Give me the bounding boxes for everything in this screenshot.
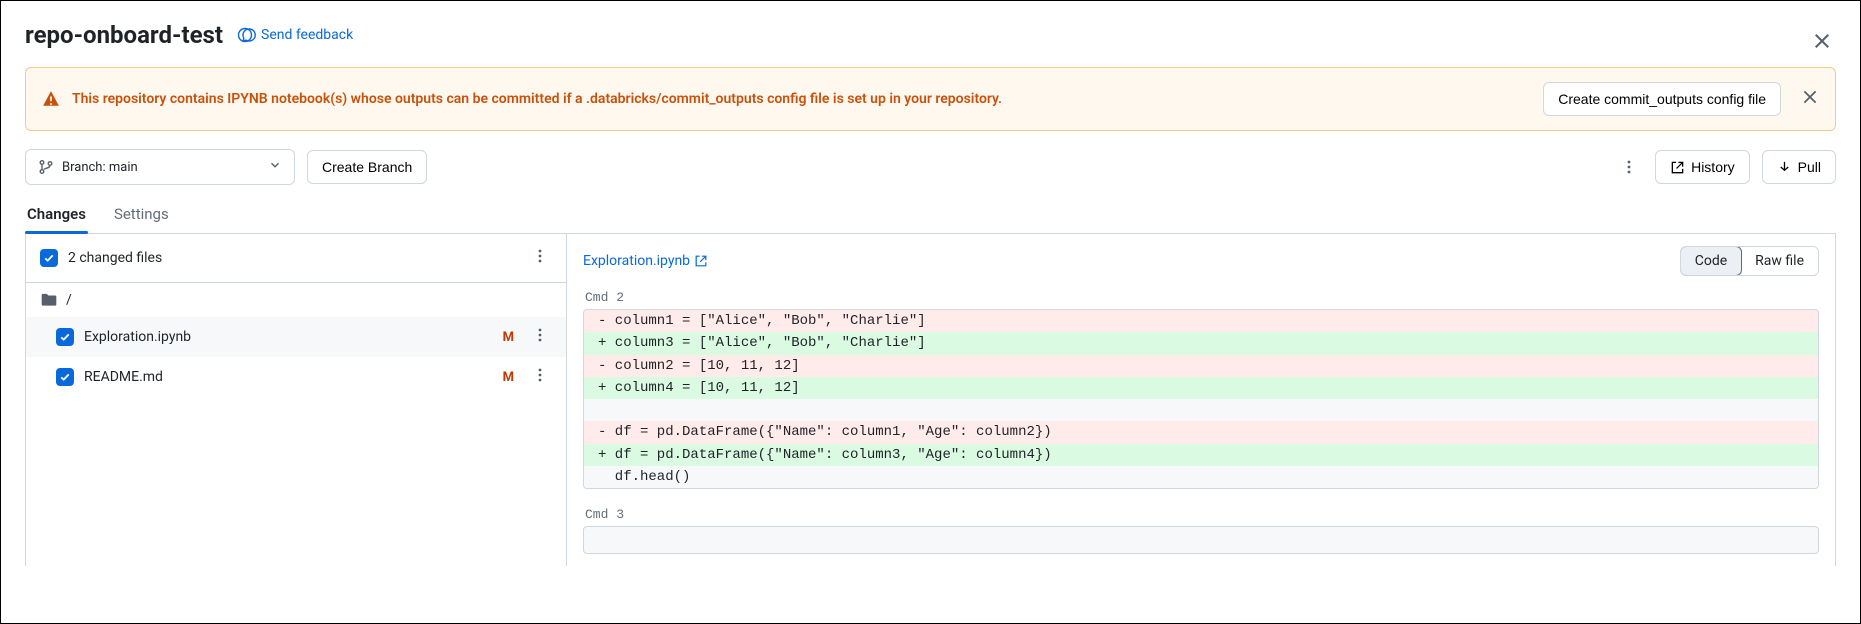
warning-icon [42, 90, 60, 108]
branch-label: Branch: main [62, 160, 138, 175]
folder-name: / [66, 292, 72, 308]
history-button[interactable]: History [1655, 150, 1750, 184]
send-feedback-link[interactable]: Send feedback [237, 27, 353, 43]
create-branch-button[interactable]: Create Branch [307, 150, 427, 184]
file-checkbox[interactable] [56, 368, 74, 386]
open-file-link[interactable]: Exploration.ipynb [583, 253, 708, 269]
changed-files-count: 2 changed files [68, 250, 162, 266]
chevron-down-icon [268, 158, 282, 176]
diff-cell: - column1 = ["Alice", "Bob", "Charlie"] … [583, 309, 1819, 489]
file-name: Exploration.ipynb [84, 329, 493, 345]
diff-line: - column1 = ["Alice", "Bob", "Charlie"] [584, 310, 1818, 332]
download-icon [1777, 160, 1792, 175]
diff-line: + column4 = [10, 11, 12] [584, 377, 1818, 399]
file-checkbox[interactable] [56, 328, 74, 346]
more-actions-icon[interactable] [1615, 153, 1643, 181]
cmd-label: Cmd 2 [583, 286, 1819, 309]
feedback-label: Send feedback [261, 27, 353, 43]
diff-line: - column2 = [10, 11, 12] [584, 355, 1818, 377]
status-badge: M [503, 330, 514, 345]
diff-panel: Exploration.ipynb Code Raw file Cmd 2 - … [567, 234, 1836, 566]
create-config-button[interactable]: Create commit_outputs config file [1543, 82, 1781, 116]
banner-text: This repository contains IPYNB notebook(… [72, 91, 1531, 107]
file-row-readme[interactable]: README.md M [26, 357, 566, 397]
diff-file-name: Exploration.ipynb [583, 253, 690, 269]
repo-title: repo-onboard-test [25, 21, 223, 49]
file-name: README.md [84, 369, 493, 385]
comment-icon [241, 27, 257, 43]
external-link-icon [1670, 160, 1685, 175]
view-mode-toggle: Code Raw file [1680, 246, 1819, 276]
files-menu-icon[interactable] [528, 246, 552, 270]
file-menu-icon[interactable] [528, 365, 552, 389]
folder-icon [40, 291, 58, 309]
status-badge: M [503, 370, 514, 385]
history-label: History [1691, 159, 1735, 175]
diff-line: + column3 = ["Alice", "Bob", "Charlie"] [584, 332, 1818, 354]
pull-button[interactable]: Pull [1762, 150, 1836, 184]
diff-line: + df = pd.DataFrame({"Name": column3, "A… [584, 444, 1818, 466]
file-menu-icon[interactable] [528, 325, 552, 349]
tab-settings[interactable]: Settings [112, 199, 171, 233]
banner-close-icon[interactable] [1801, 88, 1819, 110]
close-dialog-icon[interactable] [1812, 31, 1832, 55]
tab-changes[interactable]: Changes [25, 199, 88, 233]
select-all-checkbox[interactable] [40, 249, 58, 267]
diff-cell-empty [583, 526, 1819, 554]
files-panel: 2 changed files / Exploration.ipynb M RE… [25, 234, 567, 566]
view-raw-button[interactable]: Raw file [1741, 247, 1818, 275]
warning-banner: This repository contains IPYNB notebook(… [25, 67, 1836, 131]
branch-icon [38, 159, 54, 175]
external-link-icon [694, 254, 708, 268]
pull-label: Pull [1798, 159, 1821, 175]
branch-selector[interactable]: Branch: main [25, 149, 295, 185]
folder-row-root[interactable]: / [26, 283, 566, 317]
diff-line: - df = pd.DataFrame({"Name": column1, "A… [584, 421, 1818, 443]
file-row-exploration[interactable]: Exploration.ipynb M [26, 317, 566, 357]
view-code-button[interactable]: Code [1680, 246, 1742, 276]
diff-line [584, 399, 1818, 421]
cmd-label: Cmd 3 [583, 503, 1819, 526]
diff-line: df.head() [584, 466, 1818, 488]
